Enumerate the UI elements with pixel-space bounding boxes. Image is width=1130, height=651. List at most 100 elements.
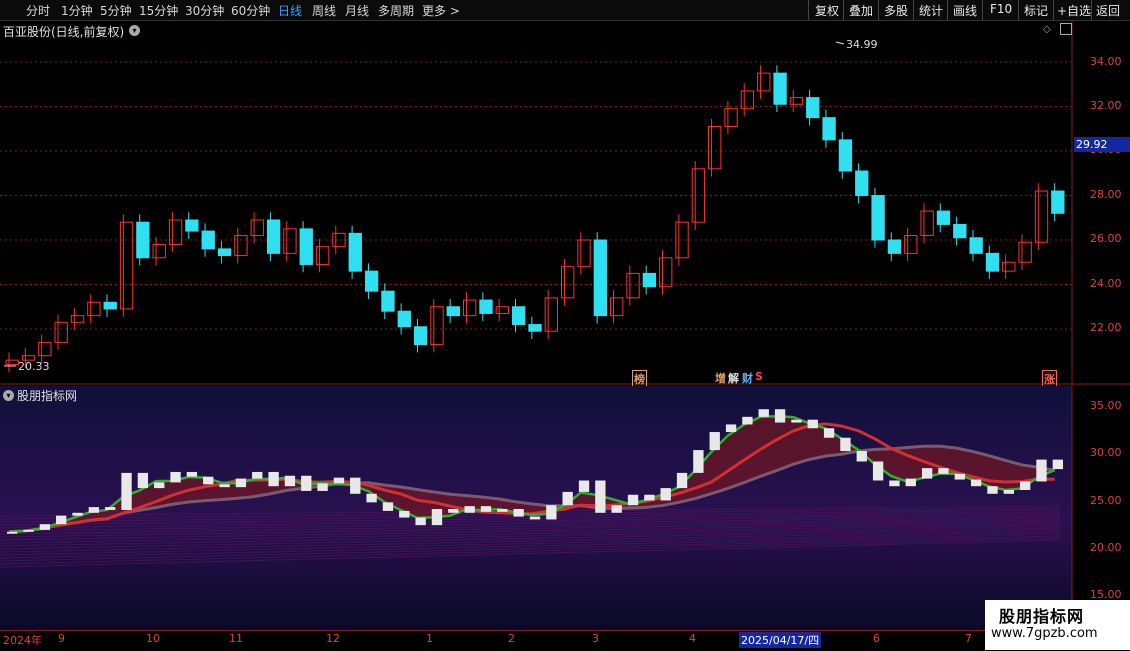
- y-tick: 20.00: [1090, 541, 1122, 554]
- candle: [985, 252, 1000, 272]
- add-watchlist-button[interactable]: +自选: [1057, 2, 1091, 19]
- indicator-panel-title: 股朋指标网: [17, 389, 78, 403]
- indicator-candle: [644, 494, 655, 501]
- indicator-panel[interactable]: ▾ 股朋指标网 35.00 30.00 25.00 20.00 15.00: [0, 386, 1130, 630]
- indicator-candle: [382, 502, 394, 511]
- candle: [168, 219, 183, 245]
- indicator-candle: [562, 491, 573, 506]
- indicator-candle: [333, 477, 345, 484]
- indicator-candle: [840, 437, 851, 452]
- indicator-candle: [301, 475, 312, 491]
- chevron-down-icon[interactable]: ▾: [129, 25, 140, 36]
- candle: [430, 306, 444, 346]
- candle: [381, 290, 395, 312]
- watermark-title: 股朋指标网: [999, 607, 1085, 626]
- tab-weekly[interactable]: 周线: [312, 2, 336, 19]
- tab-5min[interactable]: 5分钟: [100, 2, 132, 19]
- indicator-candle: [725, 424, 737, 433]
- badge-increase[interactable]: 增: [714, 370, 727, 386]
- statistics-button[interactable]: 统计: [919, 2, 943, 19]
- y-tick: 22.00: [1090, 321, 1122, 334]
- candle: [364, 270, 379, 292]
- candle: [1018, 241, 1032, 263]
- indicator-candle: [1036, 459, 1047, 482]
- tab-daily[interactable]: 日线: [278, 2, 302, 19]
- restore-rights-button[interactable]: 复权: [815, 2, 839, 19]
- indicator-candle: [23, 529, 34, 532]
- candle: [528, 324, 542, 332]
- candle: [185, 219, 199, 232]
- indicator-candle: [252, 471, 263, 479]
- indicator-candle: [448, 509, 459, 513]
- y-tick: 28.00: [1090, 188, 1122, 201]
- candle: [773, 72, 787, 105]
- indicator-candle: [693, 450, 704, 473]
- f10-button[interactable]: F10: [990, 2, 1012, 16]
- indicator-candle: [970, 479, 982, 487]
- badge-unlock[interactable]: 解: [727, 370, 740, 386]
- x-tick: 6: [873, 632, 880, 645]
- y-tick: 30.00: [1090, 446, 1122, 459]
- candle: [561, 266, 575, 299]
- indicator-candle: [954, 473, 965, 480]
- y-tick: 25.00: [1090, 494, 1122, 507]
- tab-30min[interactable]: 30分钟: [185, 2, 224, 19]
- overlay-button[interactable]: 叠加: [849, 2, 873, 19]
- indicator-candle: [611, 505, 622, 513]
- tab-60min[interactable]: 60分钟: [231, 2, 270, 19]
- indicator-candle: [627, 494, 639, 506]
- tab-intraday[interactable]: 分时: [26, 2, 50, 19]
- candle: [920, 210, 934, 237]
- current-price-label: 29.92: [1074, 137, 1130, 152]
- tab-monthly[interactable]: 月线: [345, 2, 369, 19]
- x-tick: 2: [508, 632, 515, 645]
- x-tick: 9: [58, 632, 65, 645]
- indicator-candle: [137, 472, 149, 489]
- indicator-candle: [1052, 459, 1063, 470]
- tab-1min[interactable]: 1分钟: [61, 2, 93, 19]
- multi-stock-button[interactable]: 多股: [884, 2, 908, 19]
- chevron-right-icon: >: [449, 4, 460, 18]
- indicator-chart[interactable]: [0, 386, 1130, 630]
- draw-line-button[interactable]: 画线: [953, 2, 977, 19]
- candle: [577, 239, 591, 268]
- panel-toggle-icon[interactable]: [1060, 23, 1072, 35]
- indicator-candle: [872, 461, 884, 481]
- price-chart[interactable]: [0, 21, 1130, 385]
- tab-15min[interactable]: 15分钟: [139, 2, 178, 19]
- crosshair-date-label: 2025/04/17/四: [739, 632, 822, 648]
- indicator-candle: [529, 516, 541, 520]
- indicator-candle: [105, 507, 116, 510]
- diamond-icon[interactable]: ◇: [1043, 24, 1051, 35]
- candle: [54, 321, 68, 343]
- tab-more[interactable]: 更多 >: [422, 2, 460, 19]
- mark-button[interactable]: 标记: [1024, 2, 1048, 19]
- indicator-candle: [154, 482, 165, 489]
- candle: [593, 239, 608, 317]
- y-tick: 24.00: [1090, 277, 1122, 290]
- candle: [266, 219, 281, 254]
- candle: [691, 168, 706, 223]
- x-tick: 2024年: [3, 634, 42, 647]
- candle: [70, 315, 85, 323]
- back-button[interactable]: 返回: [1096, 2, 1120, 19]
- chevron-down-icon[interactable]: ▾: [3, 390, 14, 401]
- badge-financial[interactable]: 财: [741, 370, 754, 386]
- indicator-candle: [856, 451, 867, 462]
- indicator-candle: [431, 509, 443, 526]
- candle: [234, 235, 248, 257]
- indicator-candle: [921, 468, 933, 479]
- y-tick: 32.00: [1090, 99, 1122, 112]
- indicator-candle: [56, 515, 67, 525]
- candle: [348, 232, 362, 272]
- badge-s[interactable]: S: [754, 370, 764, 383]
- candle: [283, 228, 297, 254]
- candle: [936, 210, 951, 225]
- watermark-url: www.7gpzb.com: [991, 626, 1098, 641]
- indicator-candle: [660, 488, 671, 501]
- indicator-candle: [284, 475, 296, 487]
- indicator-candle: [823, 428, 835, 438]
- candle: [250, 219, 264, 237]
- tab-multi-period[interactable]: 多周期: [378, 2, 414, 19]
- price-panel[interactable]: 百亚股份(日线,前复权) ▾ ◇ 34.00 32.00 30.00 28.00…: [0, 21, 1130, 388]
